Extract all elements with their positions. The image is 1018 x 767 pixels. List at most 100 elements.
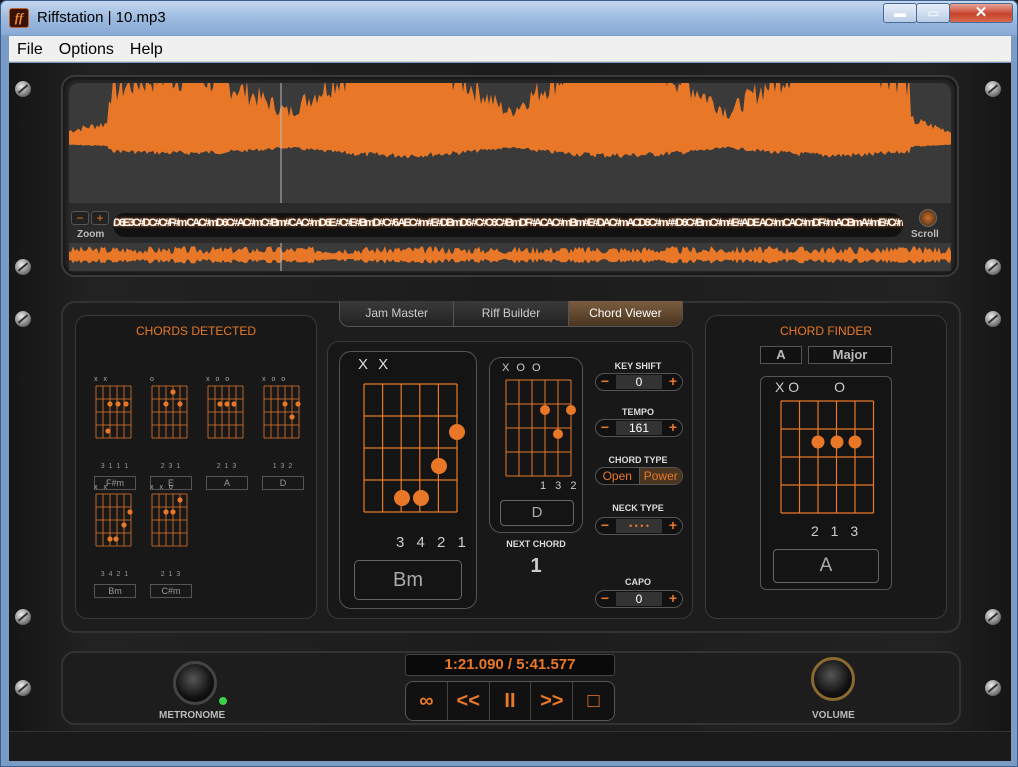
next-chord-label: NEXT CHORD: [506, 539, 566, 549]
time-display: 1:21.090 / 5:41.577: [405, 654, 615, 676]
fast-forward-button[interactable]: >>: [531, 682, 574, 720]
neck-type-label: NECK TYPE: [612, 503, 664, 513]
screw-icon: [985, 609, 1001, 625]
waveform-display[interactable]: [69, 83, 951, 203]
capo-minus-button[interactable]: −: [596, 591, 614, 607]
window-title: Riffstation | 10.mp3: [37, 9, 166, 26]
capo-value: 0: [616, 592, 662, 606]
neck-type-plus-button[interactable]: +: [664, 518, 682, 534]
capo-stepper: −0 +: [595, 590, 683, 608]
close-button[interactable]: ✕: [949, 3, 1013, 23]
loop-button[interactable]: ∞: [406, 682, 448, 720]
app-window: ff Riffstation | 10.mp3 ▬ ▭ ✕ File Option…: [0, 0, 1018, 767]
chord-finder-section: CHORD FINDER A Major X O O 2 1 3 A: [705, 315, 947, 619]
next-chord-count: 1: [530, 555, 542, 577]
waveform-svg: [69, 83, 951, 203]
chord-type-power[interactable]: Power: [639, 468, 682, 484]
detected-chord[interactable]: x x 3 1 1 1 F#m: [94, 376, 150, 490]
current-chord-diagram: [363, 383, 465, 513]
chord-name-d[interactable]: D: [262, 476, 304, 490]
chord-finder-name: A: [773, 549, 879, 583]
volume-label: VOLUME: [812, 710, 855, 721]
next-chord-name: D: [500, 500, 574, 526]
waveform-overview-svg: [69, 243, 951, 271]
neck-type-stepper: − • • • • +: [595, 517, 683, 535]
detected-chord[interactable]: x x o 2 1 3 C#m: [150, 484, 206, 598]
tab-chord-viewer[interactable]: Chord Viewer: [568, 301, 682, 326]
screw-icon: [985, 311, 1001, 327]
current-chord-fingers: 3 4 2 1: [396, 534, 470, 551]
key-shift-label: KEY SHIFT: [614, 361, 662, 371]
scroll-label: Scroll: [911, 229, 939, 240]
status-bar: [9, 731, 1011, 761]
stop-button[interactable]: □: [573, 682, 614, 720]
app-icon: ff: [9, 8, 29, 28]
metronome-indicator-icon: [219, 697, 227, 705]
detected-chord[interactable]: o 2 3 1 E: [150, 376, 206, 490]
chord-name-bm[interactable]: Bm: [94, 584, 136, 598]
chords-detected-section: CHORDS DETECTED x x 3 1 1 1 F#m o 2 3 1 …: [75, 315, 317, 619]
zoom-in-button[interactable]: +: [91, 211, 109, 225]
detected-chord[interactable]: x x 3 4 2 1 Bm: [94, 484, 150, 598]
current-chord-card: X X 3 4 2 1 Bm: [339, 351, 477, 609]
scroll-toggle-icon[interactable]: [919, 209, 937, 227]
menu-file[interactable]: File: [9, 36, 51, 59]
tab-jam-master[interactable]: Jam Master: [340, 301, 455, 326]
chord-type-open[interactable]: Open: [596, 468, 640, 484]
volume-knob[interactable]: [811, 657, 855, 701]
screw-icon: [985, 81, 1001, 97]
screw-icon: [15, 81, 31, 97]
menu-options[interactable]: Options: [51, 36, 122, 59]
tempo-label: TEMPO: [621, 407, 654, 417]
key-shift-stepper: −0 +: [595, 373, 683, 391]
minimize-button[interactable]: ▬: [883, 3, 917, 23]
chord-finder-diagram: [780, 400, 875, 514]
chords-detected-title: CHORDS DETECTED: [135, 324, 256, 338]
screw-icon: [985, 680, 1001, 696]
next-chord-fingers: 1 3 2: [540, 480, 580, 492]
key-shift-plus-button[interactable]: +: [664, 374, 682, 390]
chord-finder-marks: X O O: [775, 379, 846, 395]
screw-icon: [15, 680, 31, 696]
tempo-plus-button[interactable]: +: [664, 420, 682, 436]
tab-bar: Jam Master Riff Builder Chord Viewer: [339, 301, 683, 327]
title-bar: ff Riffstation | 10.mp3 ▬ ▭ ✕: [1, 1, 1017, 35]
chord-finder-card: X O O 2 1 3 A: [760, 376, 892, 590]
pause-button[interactable]: II: [490, 682, 532, 720]
neck-type-minus-button[interactable]: −: [596, 518, 614, 534]
chord-finder-fingers: 2 1 3: [811, 523, 863, 539]
tempo-value: 161: [616, 421, 662, 435]
next-chord-card: X O O 1 3 2 D: [489, 357, 583, 533]
chord-timeline[interactable]: D6E3C#DC#C#F#m CAC#mD6C# AC#mC#Bm#C AC#m…: [113, 213, 903, 237]
next-chord-marks: X O O: [502, 362, 543, 374]
menu-help[interactable]: Help: [122, 36, 171, 59]
metronome-label: METRONOME: [159, 710, 226, 721]
metronome-knob[interactable]: [173, 661, 217, 705]
neck-type-value: • • • •: [616, 519, 662, 533]
chord-name-csharp-m[interactable]: C#m: [150, 584, 192, 598]
waveform-overview[interactable]: [69, 243, 951, 271]
chord-finder-root-select[interactable]: A: [760, 346, 802, 364]
screw-icon: [15, 259, 31, 275]
zoom-out-button[interactable]: −: [71, 211, 89, 225]
tempo-stepper: −161 +: [595, 419, 683, 437]
screw-icon: [15, 609, 31, 625]
detected-chord[interactable]: x o o 1 3 2 D: [262, 376, 318, 490]
capo-plus-button[interactable]: +: [664, 591, 682, 607]
screw-icon: [985, 259, 1001, 275]
key-shift-minus-button[interactable]: −: [596, 374, 614, 390]
tempo-minus-button[interactable]: −: [596, 420, 614, 436]
chord-type-label: CHORD TYPE: [608, 455, 668, 465]
maximize-button[interactable]: ▭: [916, 3, 950, 23]
current-chord-marks: X X: [358, 356, 392, 373]
capo-label: CAPO: [624, 577, 651, 587]
rewind-button[interactable]: <<: [448, 682, 490, 720]
zoom-label: Zoom: [77, 229, 105, 240]
chord-name-a[interactable]: A: [206, 476, 248, 490]
chord-finder-quality-select[interactable]: Major: [808, 346, 892, 364]
screw-icon: [15, 311, 31, 327]
key-shift-value: 0: [616, 375, 662, 389]
detected-chord[interactable]: x o o 2 1 3 A: [206, 376, 262, 490]
tab-riff-builder[interactable]: Riff Builder: [454, 301, 569, 326]
chord-type-toggle: Open Power: [595, 467, 683, 485]
